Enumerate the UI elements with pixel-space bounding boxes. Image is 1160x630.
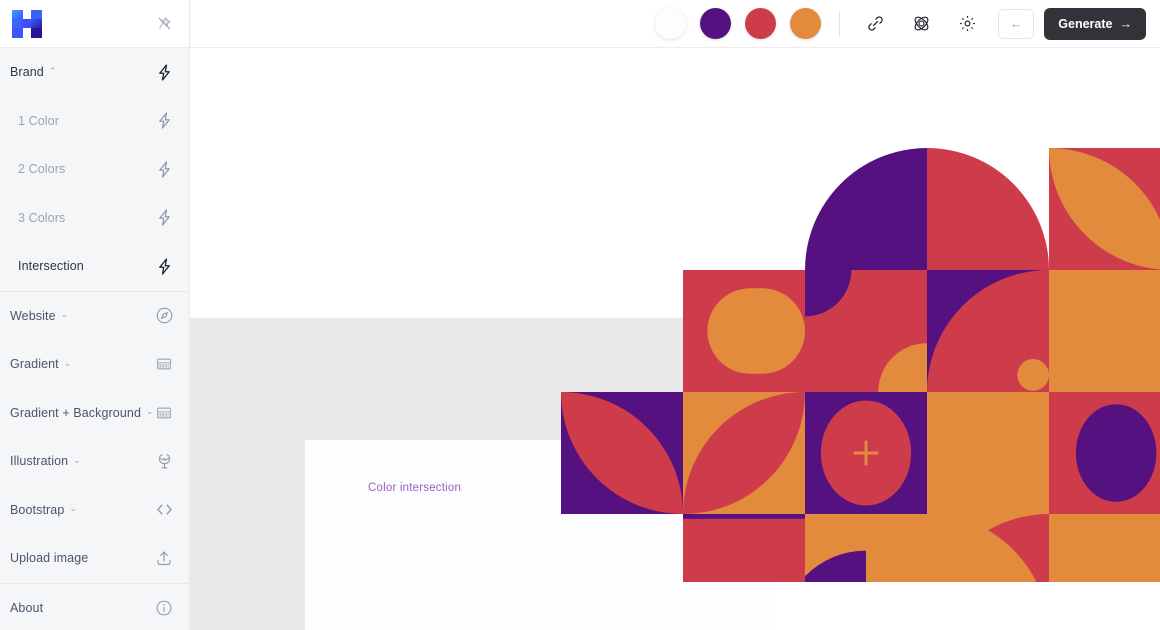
sidebar-item-label: Illustration ⌄: [10, 454, 81, 468]
pattern-tile: [805, 148, 927, 270]
sidebar-item-label: Brand ⌃: [10, 65, 57, 79]
sidebar-item-text: 2 Colors: [18, 162, 66, 177]
sidebar: Brand ⌃ 1 Color 2 Colors 3 Colors Intersectio…: [0, 0, 190, 630]
sidebar-item-upload-image[interactable]: Upload image: [0, 534, 189, 583]
sidebar-item-text: Intersection: [18, 259, 84, 274]
lightning-icon[interactable]: [153, 158, 175, 180]
main-area: ← Generate → Color intersection: [190, 0, 1160, 630]
info-icon[interactable]: [153, 597, 175, 619]
sidebar-item-text: Brand: [10, 65, 44, 80]
sidebar-item-label: About: [10, 601, 43, 615]
atom-icon[interactable]: [906, 9, 936, 39]
pattern-tile: [927, 148, 1049, 270]
pattern-tile: [683, 514, 805, 520]
color-swatches: [655, 8, 822, 39]
lightning-icon[interactable]: [153, 110, 175, 132]
generate-label: Generate: [1058, 16, 1113, 31]
sidebar-item-text: 3 Colors: [18, 210, 66, 225]
chevron-down-icon: ⌄: [69, 503, 78, 514]
swatch-empty[interactable]: [655, 8, 687, 39]
sidebar-item-text: Gradient + Background: [10, 405, 141, 420]
sidebar-item-2-colors[interactable]: 2 Colors: [0, 145, 189, 194]
chevron-down-icon: ⌄: [146, 406, 154, 417]
lightning-icon[interactable]: [153, 255, 175, 277]
sidebar-item-label: 2 Colors: [10, 162, 65, 176]
chevron-down-icon: ⌄: [63, 357, 72, 368]
sidebar-item-text: Upload image: [10, 551, 89, 566]
swatch-orange[interactable]: [790, 8, 822, 39]
pattern-tile: [1049, 148, 1160, 270]
pattern-tile: [927, 514, 1049, 582]
pattern-tile: [1049, 270, 1160, 392]
lightning-icon[interactable]: [153, 207, 175, 229]
sidebar-header: [0, 0, 189, 48]
upload-icon[interactable]: [153, 547, 175, 569]
compass-icon[interactable]: [153, 305, 175, 327]
generate-button[interactable]: Generate →: [1044, 7, 1146, 40]
pattern-tile: [683, 392, 805, 514]
pin-off-icon[interactable]: [153, 13, 175, 35]
toolbar-divider: [839, 10, 841, 37]
sidebar-item-about[interactable]: About: [0, 584, 189, 630]
sidebar-item-label: Upload image: [10, 551, 88, 565]
app-root: Brand ⌃ 1 Color 2 Colors 3 Colors Intersectio…: [0, 0, 1160, 630]
pattern-tile: [805, 392, 927, 514]
sidebar-nav: Brand ⌃ 1 Color 2 Colors 3 Colors Intersectio…: [0, 48, 189, 630]
sidebar-item-label: Gradient + Background ⌄: [10, 406, 154, 420]
pattern-tile: [683, 270, 805, 392]
sidebar-item-label: Gradient ⌄: [10, 357, 71, 371]
flower-icon[interactable]: [153, 450, 175, 472]
sidebar-item-illustration[interactable]: Illustration ⌄: [0, 437, 189, 486]
pattern-tile: [561, 392, 683, 514]
sidebar-item-label: Bootstrap ⌄: [10, 503, 77, 517]
sidebar-item-text: About: [10, 600, 44, 615]
sidebar-item-text: 1 Color: [18, 113, 59, 128]
sidebar-item-gradient-background[interactable]: Gradient + Background ⌄: [0, 389, 189, 438]
back-button[interactable]: ←: [998, 8, 1035, 39]
pattern-tile: [805, 514, 927, 582]
sidebar-item-label: 3 Colors: [10, 211, 65, 225]
pattern-tile: [927, 270, 1049, 392]
sidebar-item-website[interactable]: Website ⌄: [0, 292, 189, 341]
pattern-tile: [1049, 392, 1160, 514]
sidebar-item-label: 1 Color: [10, 114, 59, 128]
sidebar-item-bootstrap[interactable]: Bootstrap ⌄: [0, 486, 189, 535]
sidebar-item-1-color[interactable]: 1 Color: [0, 97, 189, 146]
sidebar-item-3-colors[interactable]: 3 Colors: [0, 194, 189, 243]
sidebar-item-label: Website ⌄: [10, 309, 68, 323]
chevron-down-icon: ⌄: [60, 309, 69, 320]
swatch-purple[interactable]: [700, 8, 732, 39]
swatch-red[interactable]: [745, 8, 777, 39]
pattern-tile: [927, 392, 1049, 514]
gradient-icon[interactable]: [153, 353, 175, 375]
pattern-canvas[interactable]: Color intersection: [190, 48, 1160, 630]
sidebar-item-intersection[interactable]: Intersection: [0, 242, 189, 291]
code-icon[interactable]: [153, 499, 175, 521]
sidebar-item-label: Intersection: [10, 259, 84, 273]
sidebar-item-text: Illustration: [10, 454, 69, 469]
pattern-tile: [683, 514, 805, 582]
sidebar-item-gradient[interactable]: Gradient ⌄: [0, 340, 189, 389]
sidebar-item-text: Bootstrap: [10, 502, 65, 517]
gradient-icon[interactable]: [154, 402, 175, 424]
chevron-down-icon: ⌄: [73, 454, 81, 465]
haikei-logo-icon[interactable]: [10, 9, 44, 39]
lightning-icon[interactable]: [153, 61, 175, 83]
sidebar-item-text: Gradient: [10, 357, 59, 372]
tile-grid: [190, 48, 1160, 630]
gear-icon[interactable]: [952, 9, 982, 39]
pattern-tile: [805, 270, 927, 392]
arrow-right-icon: →: [1119, 16, 1133, 31]
chevron-up-icon: ⌃: [48, 65, 57, 76]
sidebar-item-brand[interactable]: Brand ⌃: [0, 48, 189, 97]
sidebar-item-text: Website: [10, 308, 56, 323]
toolbar: ← Generate →: [190, 0, 1160, 48]
link-icon[interactable]: [860, 9, 890, 39]
pattern-tile: [1049, 514, 1160, 582]
